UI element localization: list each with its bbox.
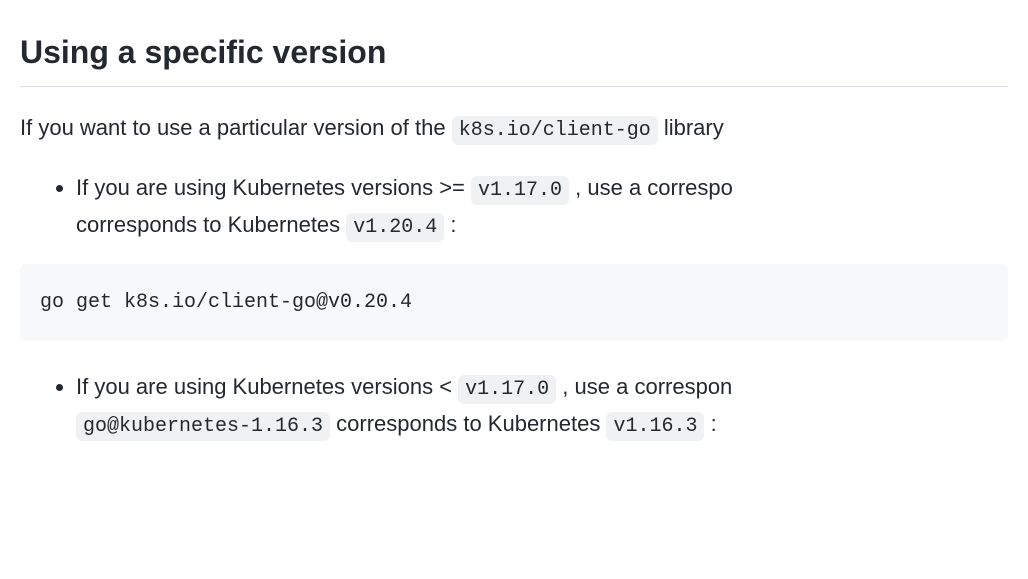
bullet1-text-4: :	[444, 212, 456, 237]
bullet1-text-2: , use a correspo	[569, 175, 733, 200]
intro-text-1: If you want to use a particular version …	[20, 115, 452, 140]
bullet2-text-4: :	[704, 411, 716, 436]
bullet2-text-3: corresponds to Kubernetes	[330, 411, 606, 436]
bullet2-code-1: v1.17.0	[458, 375, 556, 404]
bullet2-text-1: If you are using Kubernetes versions <	[76, 374, 458, 399]
code-block-1: go get k8s.io/client-go@v0.20.4	[20, 264, 1008, 341]
bullet1-text-1: If you are using Kubernetes versions >=	[76, 175, 471, 200]
intro-code-1: k8s.io/client-go	[452, 116, 658, 145]
section-heading: Using a specific version	[20, 28, 1008, 87]
bullet1-code-1: v1.17.0	[471, 176, 569, 205]
bullet-list-1: If you are using Kubernetes versions >= …	[20, 170, 1008, 244]
list-item: If you are using Kubernetes versions >= …	[76, 170, 1008, 244]
bullet-list-2: If you are using Kubernetes versions < v…	[20, 369, 1008, 443]
bullet1-text-3: corresponds to Kubernetes	[76, 212, 346, 237]
intro-text-2: library	[658, 115, 724, 140]
bullet2-text-2: , use a correspon	[556, 374, 732, 399]
intro-paragraph: If you want to use a particular version …	[20, 111, 1008, 146]
bullet2-code-3: v1.16.3	[606, 412, 704, 441]
bullet1-code-2: v1.20.4	[346, 213, 444, 242]
list-item: If you are using Kubernetes versions < v…	[76, 369, 1008, 443]
bullet2-code-2: go@kubernetes-1.16.3	[76, 412, 330, 441]
